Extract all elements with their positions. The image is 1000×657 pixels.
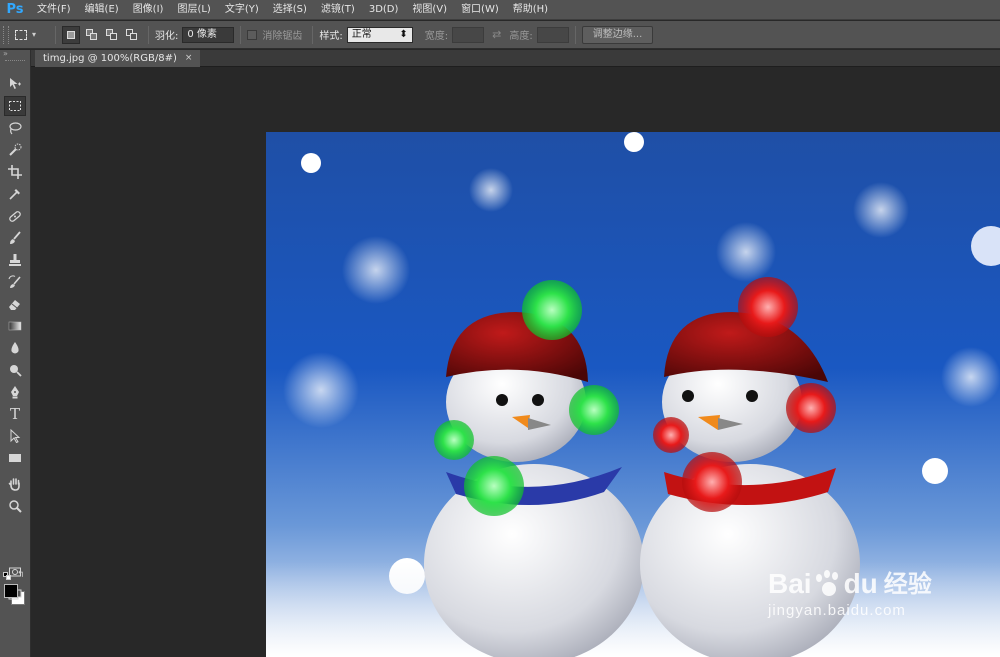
- style-select[interactable]: 正常 ⬍: [346, 26, 413, 43]
- width-input[interactable]: [452, 26, 485, 43]
- menu-3d[interactable]: 3D(D): [362, 0, 406, 20]
- type-tool-icon[interactable]: T: [4, 404, 26, 424]
- gradient-tool-icon[interactable]: [4, 316, 26, 336]
- rectangle-tool-icon[interactable]: [4, 448, 26, 468]
- document-tab[interactable]: timg.jpg @ 100%(RGB/8#) ×: [35, 50, 201, 67]
- width-label: 宽度:: [424, 31, 449, 42]
- menu-layer[interactable]: 图层(L): [170, 0, 217, 20]
- photoshop-logo: Ps: [6, 2, 24, 17]
- zoom-tool-icon[interactable]: [4, 496, 26, 516]
- watermark-brand: Bai: [768, 568, 812, 599]
- crop-tool-icon[interactable]: [4, 162, 26, 182]
- tool-preset-picker[interactable]: ▾: [15, 25, 49, 45]
- options-bar: ▾ 羽化: 0 像素 消除锯齿 样式: 正常 ⬍ 宽度: ⇄ 高度: 调整边缘.…: [0, 21, 1000, 49]
- tools-panel-grip[interactable]: [5, 60, 25, 64]
- hand-tool-icon[interactable]: [4, 474, 26, 494]
- collapse-panel-icon[interactable]: »: [0, 50, 30, 60]
- clone-stamp-tool-icon[interactable]: [4, 250, 26, 270]
- quick-mask-icon[interactable]: [4, 562, 26, 582]
- brush-tool-icon[interactable]: [4, 228, 26, 248]
- feather-label: 羽化:: [155, 31, 179, 42]
- menu-filter[interactable]: 滤镜(T): [314, 0, 362, 20]
- style-label: 样式:: [319, 31, 343, 42]
- height-label: 高度:: [509, 31, 533, 42]
- paw-icon: [814, 570, 842, 598]
- menu-window[interactable]: 窗口(W): [454, 0, 506, 20]
- swap-dimensions-icon[interactable]: ⇄: [492, 28, 501, 41]
- watermark-url: jingyan.baidu.com: [768, 602, 906, 619]
- watermark-cn: 经验: [883, 570, 932, 598]
- options-bar-grip[interactable]: [3, 25, 9, 44]
- pen-tool-icon[interactable]: [4, 382, 26, 402]
- menu-file[interactable]: 文件(F): [30, 0, 78, 20]
- height-input[interactable]: [536, 26, 569, 43]
- menu-type[interactable]: 文字(Y): [218, 0, 266, 20]
- foreground-color-swatch[interactable]: [4, 584, 18, 598]
- antialias-label: 消除锯齿: [262, 31, 303, 42]
- tools-panel: » T ↰: [0, 50, 31, 657]
- add-selection-icon: [85, 29, 97, 40]
- baidu-jingyan-watermark: Bai du 经验 jingyan.baidu.com: [768, 568, 998, 638]
- style-select-value: 正常: [351, 28, 372, 40]
- menu-bar: Ps 文件(F) 编辑(E) 图像(I) 图层(L) 文字(Y) 选择(S) 滤…: [0, 0, 1000, 20]
- history-brush-tool-icon[interactable]: [4, 272, 26, 292]
- document-tab-strip: timg.jpg @ 100%(RGB/8#) ×: [31, 50, 1000, 67]
- move-tool-icon[interactable]: [4, 74, 26, 94]
- menu-edit[interactable]: 编辑(E): [78, 0, 126, 20]
- quick-selection-tool-icon[interactable]: [4, 140, 26, 160]
- path-selection-tool-icon[interactable]: [4, 426, 26, 446]
- chevron-down-icon: ▾: [32, 30, 37, 39]
- eraser-tool-icon[interactable]: [4, 294, 26, 314]
- lasso-tool-icon[interactable]: [4, 118, 26, 138]
- new-selection-button[interactable]: [62, 25, 80, 44]
- menu-select[interactable]: 选择(S): [266, 0, 314, 20]
- menu-image[interactable]: 图像(I): [126, 0, 171, 20]
- spot-healing-brush-tool-icon[interactable]: [4, 206, 26, 226]
- document-canvas[interactable]: Bai du 经验 jingyan.baidu.com: [266, 132, 1000, 657]
- select-arrows-icon: ⬍: [399, 28, 408, 40]
- subtract-selection-icon: [105, 29, 117, 40]
- close-icon[interactable]: ×: [185, 50, 193, 67]
- refine-edge-button[interactable]: 调整边缘...: [581, 25, 654, 44]
- blur-tool-icon[interactable]: [4, 338, 26, 358]
- new-selection-icon: [67, 30, 75, 39]
- eyedropper-tool-icon[interactable]: [4, 184, 26, 204]
- subtract-from-selection-button[interactable]: [102, 26, 120, 44]
- intersect-selection-button[interactable]: [122, 26, 140, 44]
- rectangular-marquee-tool-icon[interactable]: [4, 96, 26, 116]
- antialias-checkbox[interactable]: [247, 29, 258, 40]
- menu-view[interactable]: 视图(V): [405, 0, 454, 20]
- dodge-tool-icon[interactable]: [4, 360, 26, 380]
- intersect-selection-icon: [125, 29, 137, 40]
- watermark-brand-suffix: du: [843, 568, 878, 599]
- document-tab-title: timg.jpg @ 100%(RGB/8#): [43, 53, 177, 64]
- add-to-selection-button[interactable]: [82, 26, 100, 44]
- feather-input[interactable]: 0 像素: [182, 26, 235, 43]
- marquee-icon: [15, 29, 27, 40]
- menu-help[interactable]: 帮助(H): [506, 0, 555, 20]
